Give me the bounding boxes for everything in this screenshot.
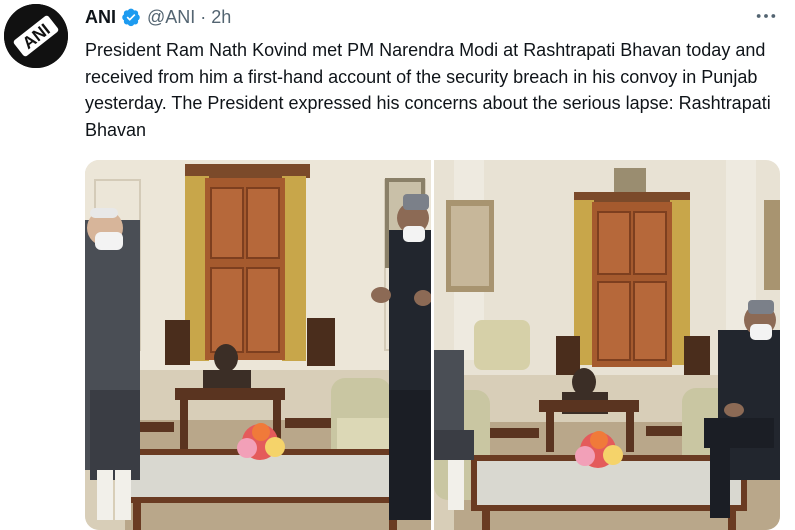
tweet-text: President Ram Nath Kovind met PM Narendr… xyxy=(85,40,771,140)
tweet-photo-1[interactable] xyxy=(85,160,431,530)
tweet-header: ANI @ANI · 2h xyxy=(85,6,231,28)
more-options-button[interactable] xyxy=(751,6,781,26)
separator-dot: · xyxy=(200,6,207,27)
verified-badge-icon xyxy=(121,7,141,27)
more-horizontal-icon xyxy=(756,14,776,18)
tweet-photo-2[interactable] xyxy=(434,160,780,530)
author-name[interactable]: ANI xyxy=(85,7,116,28)
ani-logo-icon: ANI xyxy=(4,4,68,68)
media-grid xyxy=(85,160,780,530)
avatar[interactable]: ANI xyxy=(4,4,68,68)
author-handle[interactable]: @ANI xyxy=(147,7,195,28)
timestamp[interactable]: 2h xyxy=(211,7,231,28)
